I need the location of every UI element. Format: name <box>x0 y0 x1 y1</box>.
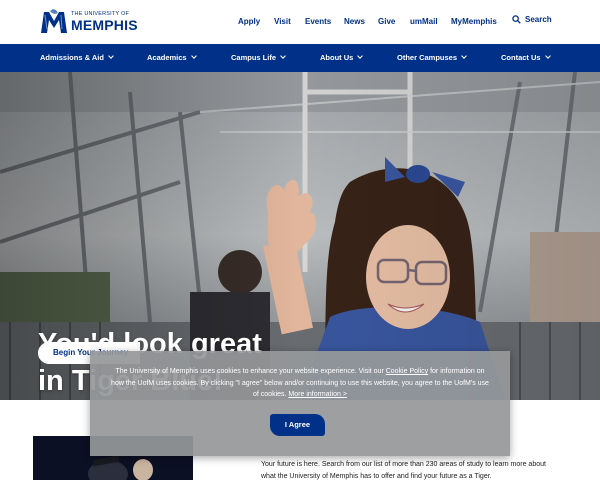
util-link-news[interactable]: News <box>344 17 365 26</box>
main-nav: Admissions & Aid Academics Campus Life A… <box>0 44 600 72</box>
nav-campus-life[interactable]: Campus Life <box>231 53 286 62</box>
search-button[interactable]: Search <box>512 15 552 24</box>
cookie-policy-link[interactable]: Cookie Policy <box>386 368 428 375</box>
nav-label: Admissions & Aid <box>40 53 104 62</box>
cookie-banner: The University of Memphis uses cookies t… <box>90 351 510 456</box>
university-logo[interactable]: THE UNIVERSITY OF MEMPHIS <box>40 8 138 36</box>
tiger-m-logo-icon <box>40 9 68 35</box>
nav-academics[interactable]: Academics <box>147 53 197 62</box>
lower-intro-text: Your future is here. Search from our lis… <box>261 461 546 480</box>
util-link-mymemphis[interactable]: MyMemphis <box>451 17 497 26</box>
nav-other-campuses[interactable]: Other Campuses <box>397 53 467 62</box>
nav-label: Academics <box>147 53 187 62</box>
chevron-down-icon <box>544 53 551 59</box>
chevron-down-icon <box>280 53 286 59</box>
util-link-events[interactable]: Events <box>305 17 331 26</box>
nav-label: Contact Us <box>501 53 541 62</box>
chevron-down-icon <box>190 53 197 59</box>
top-header: THE UNIVERSITY OF MEMPHIS Apply Visit Ev… <box>0 0 600 44</box>
nav-contact-us[interactable]: Contact Us <box>501 53 551 62</box>
util-link-give[interactable]: Give <box>378 17 395 26</box>
chevron-down-icon <box>461 53 467 59</box>
cookie-message: The University of Memphis uses cookies t… <box>110 366 490 401</box>
logo-big-text: MEMPHIS <box>71 17 138 34</box>
nav-label: About Us <box>320 53 354 62</box>
nav-admissions-aid[interactable]: Admissions & Aid <box>40 53 114 62</box>
chevron-down-icon <box>108 53 114 59</box>
logo-wordmark: THE UNIVERSITY OF MEMPHIS <box>71 11 138 34</box>
i-agree-button[interactable]: I Agree <box>270 414 325 436</box>
util-link-visit[interactable]: Visit <box>274 17 291 26</box>
cookie-text-part1: The University of Memphis uses cookies t… <box>115 368 386 375</box>
search-icon <box>512 15 521 24</box>
util-link-apply[interactable]: Apply <box>238 17 260 26</box>
nav-label: Other Campuses <box>397 53 458 62</box>
search-label: Search <box>525 15 552 24</box>
nav-about-us[interactable]: About Us <box>320 53 364 62</box>
chevron-down-icon <box>357 53 364 59</box>
util-link-ummail[interactable]: umMail <box>410 17 438 26</box>
more-information-link[interactable]: More information > <box>288 391 347 398</box>
nav-label: Campus Life <box>231 53 277 62</box>
